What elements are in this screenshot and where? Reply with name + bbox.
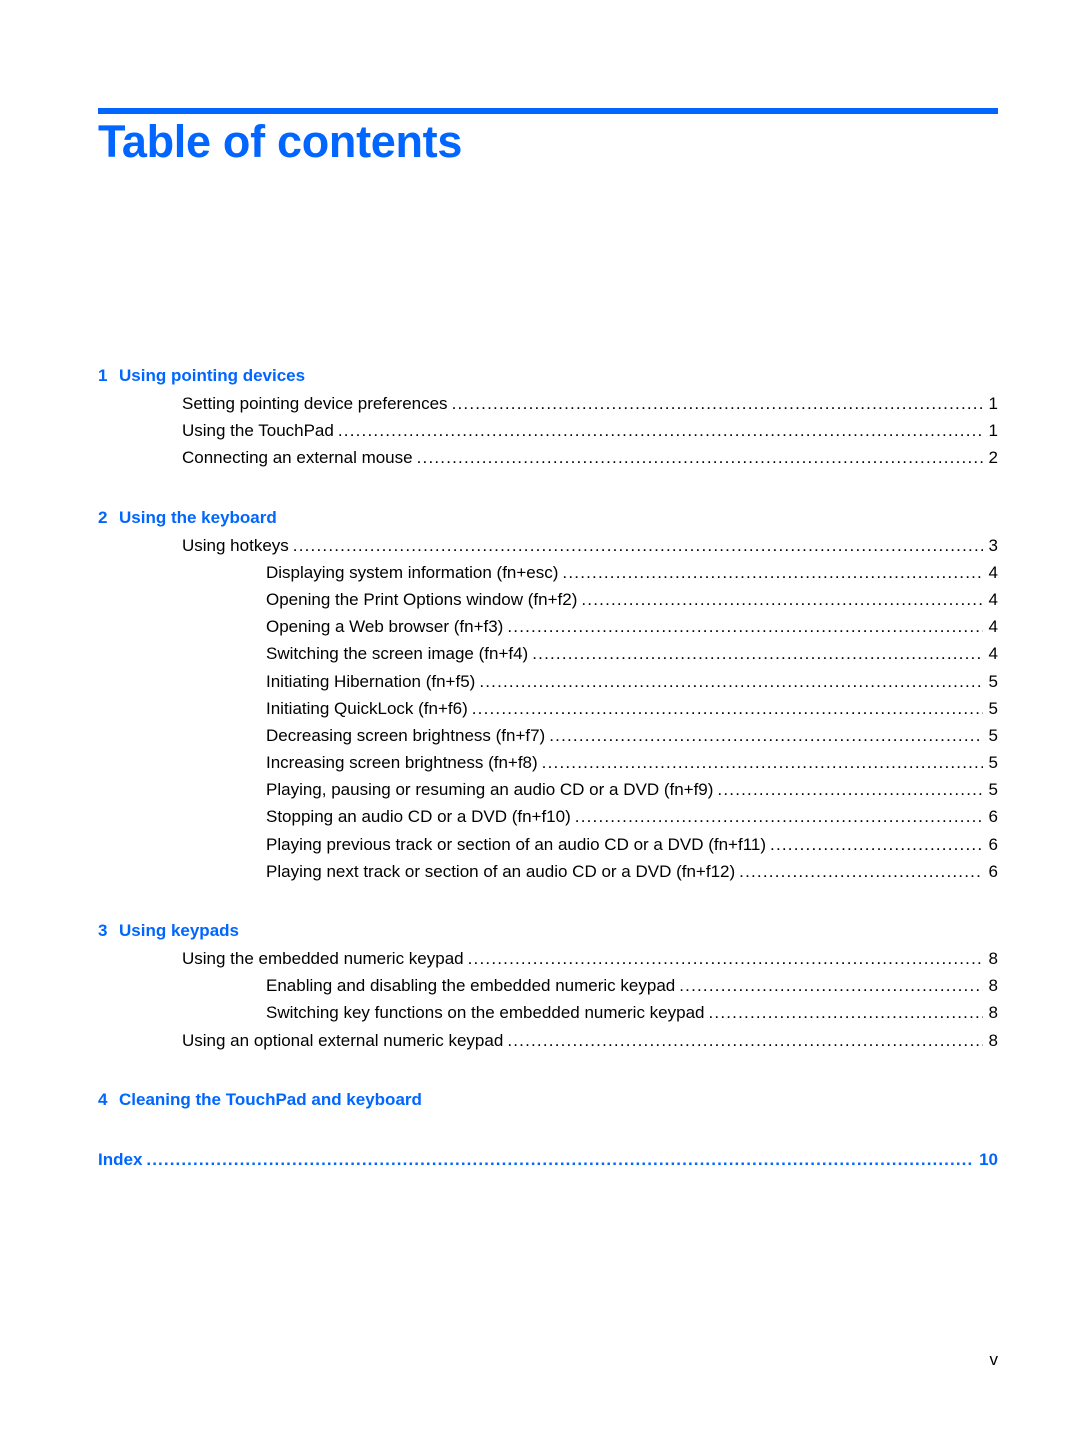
entry-label: Playing, pausing or resuming an audio CD… xyxy=(266,780,714,800)
toc-entry[interactable]: Using hotkeys 3 xyxy=(98,532,998,559)
toc-entry[interactable]: Playing previous track or section of an … xyxy=(98,831,998,858)
entry-label: Switching the screen image (fn+f4) xyxy=(266,644,529,664)
entry-page-number: 8 xyxy=(988,949,998,968)
entry-page-number: 6 xyxy=(988,807,998,827)
toc-chapter-2[interactable]: 2 Using the keyboard xyxy=(98,504,998,532)
toc-entry[interactable]: Switching key functions on the embedded … xyxy=(98,999,998,1026)
toc-chapter-1[interactable]: 1 Using pointing devices xyxy=(98,362,998,390)
dot-leader xyxy=(708,999,982,1026)
entry-page-number: 6 xyxy=(988,861,998,881)
entry-page-number: 4 xyxy=(988,617,998,637)
entry-page-number: 5 xyxy=(988,753,998,773)
chapter-number: 3 xyxy=(98,921,108,940)
entry-label: Using hotkeys xyxy=(182,535,289,555)
entry-label: Opening the Print Options window (fn+f2) xyxy=(266,589,578,609)
chapter-number: 2 xyxy=(98,507,108,527)
dot-leader xyxy=(717,776,982,803)
toc-entry[interactable]: Decreasing screen brightness (fn+f7) 5 xyxy=(98,722,998,749)
dot-leader xyxy=(479,668,982,695)
entry-page-number: 2 xyxy=(988,448,998,468)
entry-label: Enabling and disabling the embedded nume… xyxy=(266,976,676,996)
toc-entry[interactable]: Increasing screen brightness (fn+f8) 5 xyxy=(98,749,998,776)
toc-entry[interactable]: Opening a Web browser (fn+f3) 4 xyxy=(98,613,998,640)
entry-page-number: 1 xyxy=(988,421,998,441)
entry-label: Initiating Hibernation (fn+f5) xyxy=(266,671,476,691)
chapter-number: 4 xyxy=(98,1089,108,1109)
entry-label: Displaying system information (fn+esc) xyxy=(266,562,559,582)
toc-entry[interactable]: Displaying system information (fn+esc) 4 xyxy=(98,559,998,586)
entry-page-number: 8 xyxy=(988,976,998,996)
toc-entry[interactable]: Using an optional external numeric keypa… xyxy=(98,1027,998,1054)
page-folio: v xyxy=(989,1350,999,1369)
dot-leader xyxy=(575,803,983,830)
toc-chapter-3[interactable]: 3 Using keypads xyxy=(98,917,998,945)
entry-label: Playing next track or section of an audi… xyxy=(266,861,736,881)
chapter-title: Using keypads xyxy=(119,921,239,940)
dot-leader xyxy=(417,444,983,471)
entry-page-number: 8 xyxy=(988,1030,998,1050)
dot-leader xyxy=(739,858,982,885)
toc-chapter-4[interactable]: 4 Cleaning the TouchPad and keyboard xyxy=(98,1086,998,1114)
dot-leader xyxy=(770,831,983,858)
dot-leader xyxy=(293,532,983,559)
toc-entry[interactable]: Playing next track or section of an audi… xyxy=(98,858,998,885)
dot-leader xyxy=(532,640,982,667)
entry-label: Increasing screen brightness (fn+f8) xyxy=(266,753,538,773)
dot-leader xyxy=(542,749,983,776)
toc-index-entry[interactable]: Index 10 xyxy=(98,1146,998,1174)
entry-page-number: 4 xyxy=(988,562,998,582)
page-title: Table of contents xyxy=(98,116,463,167)
entry-page-number: 8 xyxy=(988,1003,998,1023)
entry-label: Decreasing screen brightness (fn+f7) xyxy=(266,725,546,745)
toc-entry[interactable]: Initiating QuickLock (fn+f6) 5 xyxy=(98,695,998,722)
entry-label: Using the TouchPad xyxy=(182,421,334,441)
entry-label: Opening a Web browser (fn+f3) xyxy=(266,617,504,637)
entry-label: Using the embedded numeric keypad xyxy=(182,949,464,968)
dot-leader xyxy=(581,586,982,613)
entry-page-number: 5 xyxy=(988,671,998,691)
dot-leader xyxy=(452,390,983,417)
dot-leader xyxy=(679,972,982,999)
entry-page-number: 1 xyxy=(988,394,998,413)
index-page-number: 10 xyxy=(979,1149,998,1169)
entry-label: Connecting an external mouse xyxy=(182,448,413,468)
entry-label: Switching key functions on the embedded … xyxy=(266,1003,705,1023)
entry-page-number: 4 xyxy=(988,589,998,609)
toc-entry[interactable]: Playing, pausing or resuming an audio CD… xyxy=(98,776,998,803)
dot-leader xyxy=(549,722,982,749)
entry-label: Using an optional external numeric keypa… xyxy=(182,1030,504,1050)
toc-entry[interactable]: Opening the Print Options window (fn+f2)… xyxy=(98,586,998,613)
chapter-title: Using pointing devices xyxy=(119,366,306,385)
entry-page-number: 6 xyxy=(988,834,998,854)
dot-leader xyxy=(562,559,982,586)
toc-entry[interactable]: Using the embedded numeric keypad 8 xyxy=(98,945,998,972)
entry-page-number: 5 xyxy=(988,725,998,745)
toc-entry[interactable]: Enabling and disabling the embedded nume… xyxy=(98,972,998,999)
dot-leader xyxy=(146,1146,973,1174)
entry-page-number: 3 xyxy=(988,535,998,555)
entry-label: Playing previous track or section of an … xyxy=(266,834,767,854)
chapter-title: Cleaning the TouchPad and keyboard xyxy=(119,1089,422,1109)
toc-entry[interactable]: Switching the screen image (fn+f4) 4 xyxy=(98,640,998,667)
dot-leader xyxy=(507,1027,982,1054)
dot-leader xyxy=(338,417,983,444)
entry-page-number: 5 xyxy=(988,780,998,800)
dot-leader xyxy=(468,945,983,972)
entry-label: Setting pointing device preferences xyxy=(182,394,448,413)
dot-leader xyxy=(507,613,982,640)
entry-label: Stopping an audio CD or a DVD (fn+f10) xyxy=(266,807,571,827)
table-of-contents: 1 Using pointing devices Setting pointing… xyxy=(98,362,998,1174)
toc-entry[interactable]: Setting pointing device preferences 1 xyxy=(98,390,998,417)
toc-entry[interactable]: Initiating Hibernation (fn+f5) 5 xyxy=(98,668,998,695)
entry-label: Initiating QuickLock (fn+f6) xyxy=(266,698,468,718)
entry-page-number: 5 xyxy=(988,698,998,718)
chapter-number: 1 xyxy=(98,366,108,385)
chapter-title: Using the keyboard xyxy=(119,507,277,527)
entry-page-number: 4 xyxy=(988,644,998,664)
toc-entry[interactable]: Stopping an audio CD or a DVD (fn+f10) 6 xyxy=(98,803,998,830)
toc-entry[interactable]: Using the TouchPad 1 xyxy=(98,417,998,444)
dot-leader xyxy=(472,695,983,722)
toc-entry[interactable]: Connecting an external mouse 2 xyxy=(98,444,998,471)
index-label: Index xyxy=(98,1149,143,1169)
